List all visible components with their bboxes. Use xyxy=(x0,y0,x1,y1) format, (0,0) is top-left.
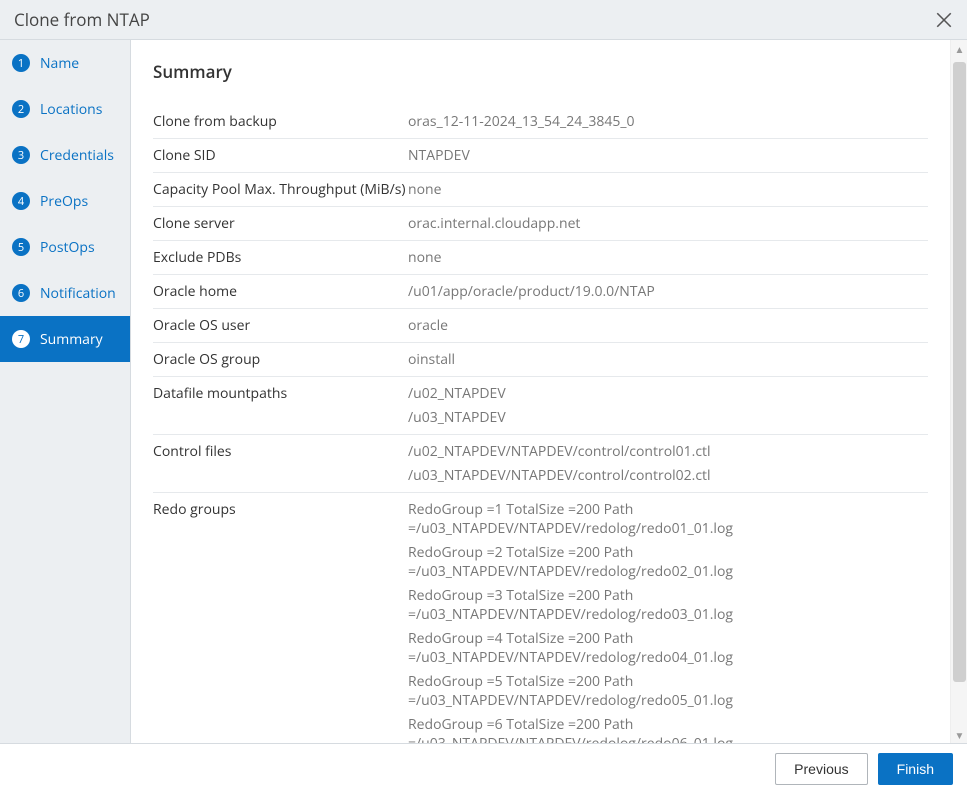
scroll-thumb[interactable] xyxy=(953,62,966,682)
sidebar-item-label: PreOps xyxy=(40,192,88,211)
main-wrap: Summary Clone from backuporas_12-11-2024… xyxy=(131,40,967,743)
dialog-title: Clone from NTAP xyxy=(14,8,150,31)
summary-label: Clone server xyxy=(153,214,408,233)
summary-label: Clone from backup xyxy=(153,112,408,131)
summary-label: Oracle OS user xyxy=(153,316,408,335)
sidebar-item-label: Locations xyxy=(40,100,102,119)
step-number: 1 xyxy=(12,54,30,72)
summary-value: oras_12-11-2024_13_54_24_3845_0 xyxy=(408,112,928,131)
summary-row: Clone SIDNTAPDEV xyxy=(153,139,928,173)
summary-value: /u02_NTAPDEV/u03_NTAPDEV xyxy=(408,384,928,427)
step-number: 2 xyxy=(12,100,30,118)
summary-row: Clone serverorac.internal.cloudapp.net xyxy=(153,207,928,241)
summary-row: Oracle home/u01/app/oracle/product/19.0.… xyxy=(153,275,928,309)
step-number: 3 xyxy=(12,146,30,164)
summary-row: Oracle OS useroracle xyxy=(153,309,928,343)
summary-value: /u01/app/oracle/product/19.0.0/NTAP xyxy=(408,282,928,301)
wizard-sidebar: 1 Name 2 Locations 3 Credentials 4 PreOps 5 PostO… xyxy=(0,40,131,743)
summary-value: none xyxy=(408,180,928,199)
close-icon[interactable] xyxy=(935,11,953,29)
summary-value: oracle xyxy=(408,316,928,335)
sidebar-item-label: Summary xyxy=(40,330,103,349)
summary-label: Clone SID xyxy=(153,146,408,165)
summary-label: Exclude PDBs xyxy=(153,248,408,267)
summary-label: Redo groups xyxy=(153,500,408,519)
step-number: 6 xyxy=(12,284,30,302)
sidebar-item-name[interactable]: 1 Name xyxy=(0,40,130,86)
sidebar-item-label: Notification xyxy=(40,284,116,303)
summary-label: Oracle OS group xyxy=(153,350,408,369)
summary-value: none xyxy=(408,248,928,267)
scroll-down-icon[interactable]: ▼ xyxy=(951,726,967,743)
summary-row: Datafile mountpaths/u02_NTAPDEV/u03_NTAP… xyxy=(153,377,928,435)
summary-value: RedoGroup =1 TotalSize =200 Path =/u03_N… xyxy=(408,500,928,743)
sidebar-item-summary[interactable]: 7 Summary xyxy=(0,316,130,362)
summary-value-line: /u02_NTAPDEV xyxy=(408,384,928,403)
finish-button[interactable]: Finish xyxy=(878,753,953,785)
step-number: 5 xyxy=(12,238,30,256)
summary-value: oinstall xyxy=(408,350,928,369)
summary-value-line: RedoGroup =2 TotalSize =200 Path =/u03_N… xyxy=(408,543,928,581)
summary-value: orac.internal.cloudapp.net xyxy=(408,214,928,233)
summary-value-line: /u03_NTAPDEV xyxy=(408,408,928,427)
main-panel: Summary Clone from backuporas_12-11-2024… xyxy=(131,40,950,743)
summary-label: Control files xyxy=(153,442,408,461)
dialog-body: 1 Name 2 Locations 3 Credentials 4 PreOps 5 PostO… xyxy=(0,40,967,743)
summary-value-line: RedoGroup =3 TotalSize =200 Path =/u03_N… xyxy=(408,586,928,624)
summary-row: Capacity Pool Max. Throughput (MiB/s)non… xyxy=(153,173,928,207)
sidebar-item-postops[interactable]: 5 PostOps xyxy=(0,224,130,270)
summary-label: Capacity Pool Max. Throughput (MiB/s) xyxy=(153,180,408,199)
summary-value-line: RedoGroup =1 TotalSize =200 Path =/u03_N… xyxy=(408,500,928,538)
sidebar-item-notification[interactable]: 6 Notification xyxy=(0,270,130,316)
summary-title: Summary xyxy=(153,60,928,83)
summary-row: Redo groupsRedoGroup =1 TotalSize =200 P… xyxy=(153,493,928,743)
sidebar-item-label: Name xyxy=(40,54,79,73)
sidebar-item-credentials[interactable]: 3 Credentials xyxy=(0,132,130,178)
summary-value: /u02_NTAPDEV/NTAPDEV/control/control01.c… xyxy=(408,442,928,485)
summary-value-line: RedoGroup =5 TotalSize =200 Path =/u03_N… xyxy=(408,672,928,710)
summary-label: Oracle home xyxy=(153,282,408,301)
step-number: 4 xyxy=(12,192,30,210)
sidebar-item-label: Credentials xyxy=(40,146,114,165)
sidebar-item-label: PostOps xyxy=(40,238,95,257)
summary-value: NTAPDEV xyxy=(408,146,928,165)
summary-row: Exclude PDBsnone xyxy=(153,241,928,275)
dialog-header: Clone from NTAP xyxy=(0,0,967,40)
scrollbar[interactable]: ▲ ▼ xyxy=(950,40,967,743)
step-number: 7 xyxy=(12,330,30,348)
sidebar-item-locations[interactable]: 2 Locations xyxy=(0,86,130,132)
summary-row: Oracle OS groupoinstall xyxy=(153,343,928,377)
summary-row: Control files/u02_NTAPDEV/NTAPDEV/contro… xyxy=(153,435,928,493)
summary-rows: Clone from backuporas_12-11-2024_13_54_2… xyxy=(153,105,928,743)
dialog-footer: Previous Finish xyxy=(0,743,967,793)
sidebar-item-preops[interactable]: 4 PreOps xyxy=(0,178,130,224)
summary-value-line: RedoGroup =6 TotalSize =200 Path =/u03_N… xyxy=(408,715,928,743)
previous-button[interactable]: Previous xyxy=(775,753,867,785)
scroll-up-icon[interactable]: ▲ xyxy=(951,40,967,57)
summary-label: Datafile mountpaths xyxy=(153,384,408,403)
summary-row: Clone from backuporas_12-11-2024_13_54_2… xyxy=(153,105,928,139)
summary-value-line: RedoGroup =4 TotalSize =200 Path =/u03_N… xyxy=(408,629,928,667)
summary-value-line: /u03_NTAPDEV/NTAPDEV/control/control02.c… xyxy=(408,466,928,485)
summary-value-line: /u02_NTAPDEV/NTAPDEV/control/control01.c… xyxy=(408,442,928,461)
